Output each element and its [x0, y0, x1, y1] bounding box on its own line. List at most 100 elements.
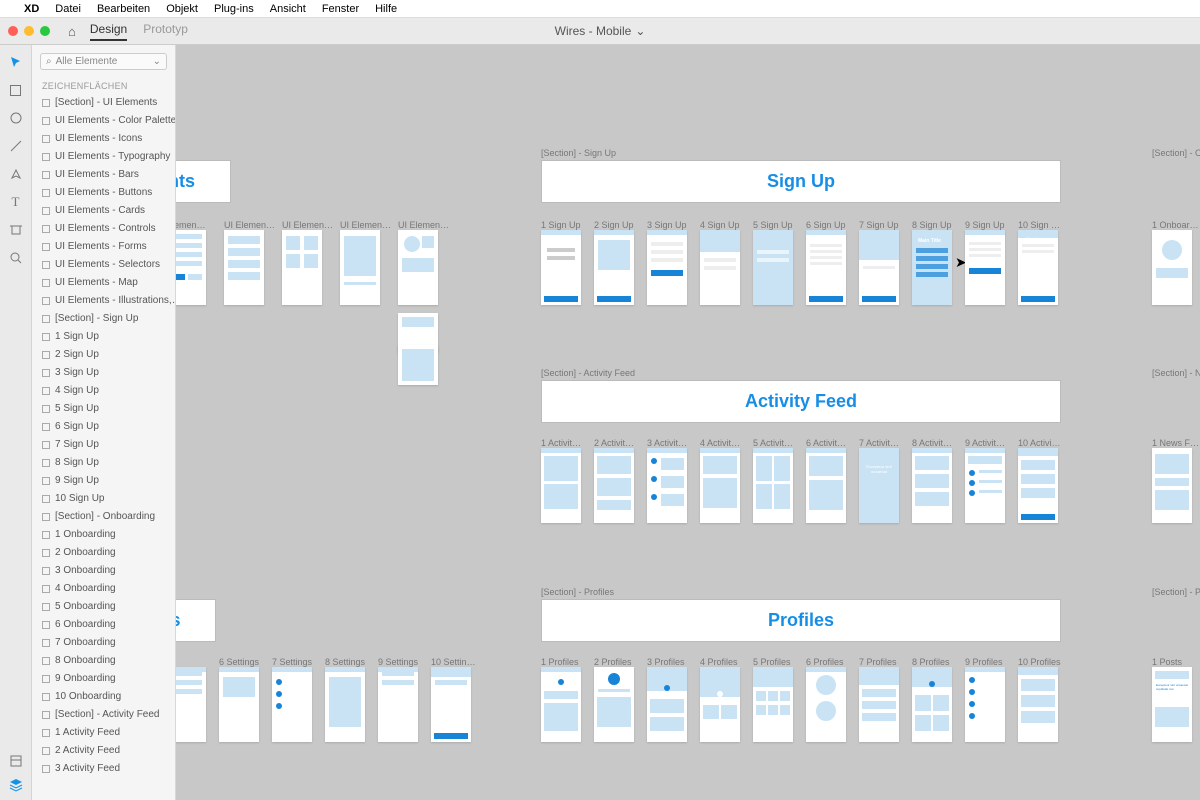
- layer-item[interactable]: 1 Sign Up: [32, 328, 175, 346]
- artboard-label[interactable]: 2 Sign Up: [594, 220, 634, 230]
- layer-item[interactable]: UI Elements - Controls: [32, 220, 175, 238]
- artboard-label[interactable]: UI Elemen…: [282, 220, 333, 230]
- layer-item[interactable]: UI Elements - Forms: [32, 238, 175, 256]
- artboard-signup[interactable]: [647, 230, 687, 305]
- artboard-label[interactable]: 1 News F…: [1152, 438, 1199, 448]
- artboard-label[interactable]: 6 Sign Up: [806, 220, 846, 230]
- layer-item[interactable]: [Section] - Onboarding: [32, 508, 175, 526]
- artboard-profiles[interactable]: [700, 667, 740, 742]
- layer-item[interactable]: UI Elements - Color Palette: [32, 112, 175, 130]
- layer-item[interactable]: UI Elements - Buttons: [32, 184, 175, 202]
- artboard-activity[interactable]: [965, 448, 1005, 523]
- artboard-settings[interactable]: [325, 667, 365, 742]
- artboard-settings[interactable]: [176, 667, 206, 742]
- select-tool[interactable]: [9, 55, 23, 69]
- artboard-profiles[interactable]: [647, 667, 687, 742]
- layer-item[interactable]: 10 Onboarding: [32, 688, 175, 706]
- artboard-label[interactable]: 9 Sign Up: [965, 220, 1005, 230]
- artboard-tool[interactable]: [9, 223, 23, 237]
- artboard-onboarding[interactable]: [1152, 230, 1192, 305]
- artboard-label[interactable]: 7 Activit…: [859, 438, 899, 448]
- artboard-label[interactable]: 7 Profiles: [859, 657, 897, 667]
- artboard-label[interactable]: Elemen…: [176, 220, 206, 230]
- layer-item[interactable]: 10 Sign Up: [32, 490, 175, 508]
- artboard-activity[interactable]: [806, 448, 846, 523]
- layer-item[interactable]: 9 Sign Up: [32, 472, 175, 490]
- layer-item[interactable]: 7 Onboarding: [32, 634, 175, 652]
- pen-tool[interactable]: [9, 167, 23, 181]
- artboard-settings[interactable]: [431, 667, 471, 742]
- layer-item[interactable]: 4 Sign Up: [32, 382, 175, 400]
- artboard-label[interactable]: 2 Activit…: [594, 438, 634, 448]
- layer-item[interactable]: [Section] - Sign Up: [32, 310, 175, 328]
- layer-item[interactable]: 1 Onboarding: [32, 526, 175, 544]
- menu-help[interactable]: Hilfe: [375, 3, 397, 15]
- artboard-label[interactable]: 4 Sign Up: [700, 220, 740, 230]
- artboard-label[interactable]: 6 Activit…: [806, 438, 846, 448]
- section-banner-activity[interactable]: Activity Feed: [541, 380, 1061, 423]
- ellipse-tool[interactable]: [9, 111, 23, 125]
- artboard-signup[interactable]: [806, 230, 846, 305]
- search-input[interactable]: ⌕Alle Elemente ⌄: [40, 53, 167, 70]
- layer-item[interactable]: 7 Sign Up: [32, 436, 175, 454]
- artboard-signup[interactable]: Sign Up: [1018, 230, 1058, 305]
- artboard-signup[interactable]: [965, 230, 1005, 305]
- layer-item[interactable]: UI Elements - Bars: [32, 166, 175, 184]
- app-menu[interactable]: XD: [24, 3, 39, 15]
- layer-item[interactable]: 3 Activity Feed: [32, 760, 175, 778]
- menu-object[interactable]: Objekt: [166, 3, 198, 15]
- menu-view[interactable]: Ansicht: [270, 3, 306, 15]
- artboard-ui[interactable]: [398, 230, 438, 305]
- artboard-label[interactable]: UI Elemen…: [398, 220, 449, 230]
- line-tool[interactable]: [9, 139, 23, 153]
- artboard-signup[interactable]: [594, 230, 634, 305]
- layer-item[interactable]: 1 Activity Feed: [32, 724, 175, 742]
- artboard-signup[interactable]: [859, 230, 899, 305]
- layer-item[interactable]: UI Elements - Icons: [32, 130, 175, 148]
- artboard-label[interactable]: 10 Sign …: [1018, 220, 1060, 230]
- artboard-label[interactable]: UI Elemen…: [340, 220, 391, 230]
- artboard-label[interactable]: 1 Sign Up: [541, 220, 581, 230]
- artboard-label[interactable]: 5 Activit…: [753, 438, 793, 448]
- maximize-window-button[interactable]: [40, 26, 50, 36]
- artboard-label[interactable]: 10 Activi…: [1018, 438, 1061, 448]
- artboard-label[interactable]: 4 Activit…: [700, 438, 740, 448]
- artboard-label[interactable]: 1 Posts: [1152, 657, 1182, 667]
- artboard-label[interactable]: 9 Profiles: [965, 657, 1003, 667]
- tab-prototype[interactable]: Prototyp: [143, 22, 188, 41]
- artboard-profiles[interactable]: [859, 667, 899, 742]
- artboard-ui[interactable]: [282, 230, 322, 305]
- layer-item[interactable]: [Section] - UI Elements: [32, 94, 175, 112]
- artboard-label[interactable]: 7 Settings: [272, 657, 312, 667]
- artboard-profiles[interactable]: [753, 667, 793, 742]
- layer-item[interactable]: 9 Onboarding: [32, 670, 175, 688]
- minimize-window-button[interactable]: [24, 26, 34, 36]
- artboard-label[interactable]: 6 Profiles: [806, 657, 844, 667]
- menu-plugins[interactable]: Plug-ins: [214, 3, 254, 15]
- artboard-label[interactable]: UI Elemen…: [224, 220, 275, 230]
- artboard-label[interactable]: 8 Settings: [325, 657, 365, 667]
- artboard-profiles[interactable]: [594, 667, 634, 742]
- section-label-onboarding[interactable]: [Section] - O: [1152, 148, 1200, 158]
- artboard-label[interactable]: 1 Activit…: [541, 438, 581, 448]
- artboard-label[interactable]: 3 Activit…: [647, 438, 687, 448]
- artboard-label[interactable]: 7 Sign Up: [859, 220, 899, 230]
- layer-item[interactable]: 6 Sign Up: [32, 418, 175, 436]
- artboard-activity[interactable]: [700, 448, 740, 523]
- layer-item[interactable]: UI Elements - Map: [32, 274, 175, 292]
- artboard-signup[interactable]: [541, 230, 581, 305]
- artboard-activity[interactable]: Excepteur sint occaecat: [859, 448, 899, 523]
- artboard-label[interactable]: 3 Profiles: [647, 657, 685, 667]
- artboard-signup[interactable]: [753, 230, 793, 305]
- layer-item[interactable]: 5 Sign Up: [32, 400, 175, 418]
- artboard-news[interactable]: [1152, 448, 1192, 523]
- layer-item[interactable]: UI Elements - Selectors: [32, 256, 175, 274]
- canvas[interactable]: ➤ [Section] - Sign UpSign Up1 Sign Up2 S…: [176, 45, 1200, 800]
- layer-item[interactable]: 8 Sign Up: [32, 454, 175, 472]
- layer-item[interactable]: 2 Activity Feed: [32, 742, 175, 760]
- layer-item[interactable]: UI Elements - Illustrations,…: [32, 292, 175, 310]
- section-label-posts[interactable]: [Section] - P: [1152, 587, 1200, 597]
- artboard-label[interactable]: 4 Profiles: [700, 657, 738, 667]
- artboard-label[interactable]: 9 Activit…: [965, 438, 1005, 448]
- section-label-news[interactable]: [Section] - N: [1152, 368, 1200, 378]
